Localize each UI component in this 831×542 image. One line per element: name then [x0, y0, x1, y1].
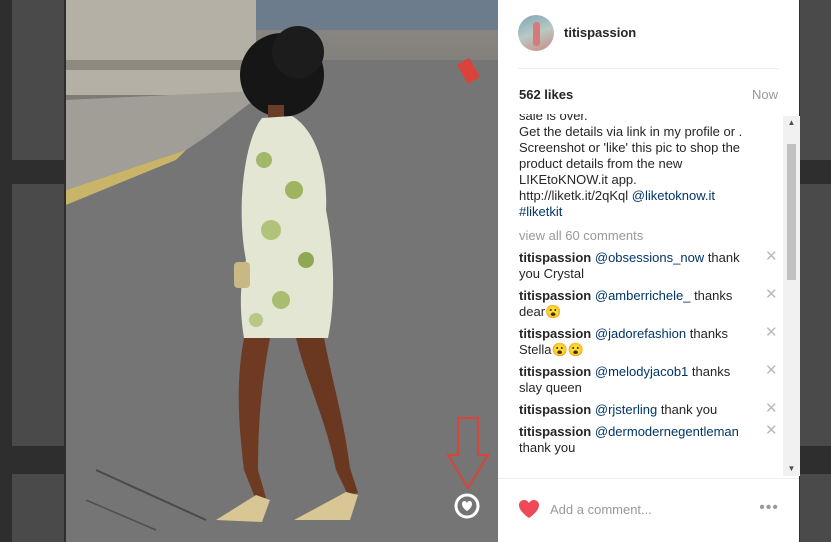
- view-all-comments-link[interactable]: view all 60 comments: [519, 228, 781, 244]
- clutch: [234, 262, 250, 288]
- post-caption: sale is over. Get the details via link i…: [519, 114, 781, 220]
- background-feed-tile: [12, 184, 64, 446]
- heart-icon[interactable]: [518, 499, 540, 519]
- background-feed-tile: [800, 474, 831, 542]
- comment-mention[interactable]: @jadorefashion: [595, 326, 686, 341]
- comment-author[interactable]: titispassion: [519, 402, 591, 417]
- caption-line: product details from the new: [519, 156, 683, 171]
- comment-item: titispassion @amberrichele_ thanks dear😮…: [519, 287, 781, 320]
- post-timestamp: Now: [751, 87, 778, 102]
- comment-author[interactable]: titispassion: [519, 288, 591, 303]
- comment-mention[interactable]: @obsessions_now: [595, 250, 704, 265]
- caption-url: http://liketk.it/2qKql: [519, 188, 629, 203]
- add-comment-input[interactable]: [550, 497, 750, 521]
- scrollbar-thumb[interactable]: [787, 144, 796, 280]
- comment-item: titispassion @rjsterling thank you ✕: [519, 401, 781, 418]
- post-side-panel: titispassion 562 likes Now sale is over.…: [498, 0, 799, 542]
- comment-mention[interactable]: @dermodernegentleman: [595, 424, 739, 439]
- more-options-icon[interactable]: •••: [759, 499, 779, 517]
- post-username[interactable]: titispassion: [564, 25, 636, 40]
- comment-mention[interactable]: @rjsterling: [595, 402, 657, 417]
- post-header: titispassion: [498, 0, 799, 68]
- scroll-down-arrow-icon[interactable]: ▼: [783, 462, 800, 476]
- caption-line: Screenshot or 'like' this pic to shop th…: [519, 140, 741, 155]
- caption-line: LIKEtoKNOW.it app.: [519, 172, 637, 187]
- comments-list[interactable]: sale is over. Get the details via link i…: [519, 114, 781, 478]
- comment-author[interactable]: titispassion: [519, 250, 591, 265]
- comment-text: thank you: [657, 402, 718, 417]
- close-icon[interactable]: ✕: [765, 325, 778, 340]
- close-icon[interactable]: ✕: [765, 423, 778, 438]
- post-photo[interactable]: [66, 0, 498, 542]
- comment-item: titispassion @obsessions_now thank you C…: [519, 249, 781, 282]
- close-icon[interactable]: ✕: [765, 401, 778, 416]
- caption-line: sale is over.: [519, 114, 588, 123]
- comment-item: titispassion @melodyjacob1 thanks slay q…: [519, 363, 781, 396]
- comment-text: thank you: [519, 440, 576, 455]
- comment-author[interactable]: titispassion: [519, 364, 591, 379]
- parking-lot: [256, 0, 498, 30]
- close-icon[interactable]: ✕: [765, 363, 778, 378]
- comment-footer: •••: [498, 478, 799, 542]
- scroll-up-arrow-icon[interactable]: ▲: [783, 116, 800, 130]
- caption-mention-link[interactable]: @liketoknow.it: [632, 188, 715, 203]
- comment-mention[interactable]: @amberrichele_: [595, 288, 691, 303]
- caption-hashtag-link[interactable]: #liketkit: [519, 204, 562, 219]
- background-feed-tile: [12, 474, 64, 542]
- comment-item: titispassion @dermodernegentleman thank …: [519, 423, 781, 456]
- background-feed-tile: [800, 184, 831, 446]
- comments-scrollbar[interactable]: ▲ ▼: [783, 116, 800, 476]
- photo-scene: [66, 0, 498, 542]
- close-icon[interactable]: ✕: [765, 287, 778, 302]
- comment-mention[interactable]: @melodyjacob1: [595, 364, 688, 379]
- avatar[interactable]: [518, 15, 554, 51]
- comment-item: titispassion @jadorefashion thanks Stell…: [519, 325, 781, 358]
- comment-author[interactable]: titispassion: [519, 424, 591, 439]
- building: [66, 0, 256, 95]
- caption-line: Get the details via link in my profile o…: [519, 124, 743, 139]
- likes-count[interactable]: 562 likes: [519, 87, 573, 102]
- header-divider: [518, 68, 779, 69]
- comment-author[interactable]: titispassion: [519, 326, 591, 341]
- background-feed-tile: [12, 0, 64, 160]
- close-icon[interactable]: ✕: [765, 249, 778, 264]
- background-feed-tile: [800, 0, 831, 160]
